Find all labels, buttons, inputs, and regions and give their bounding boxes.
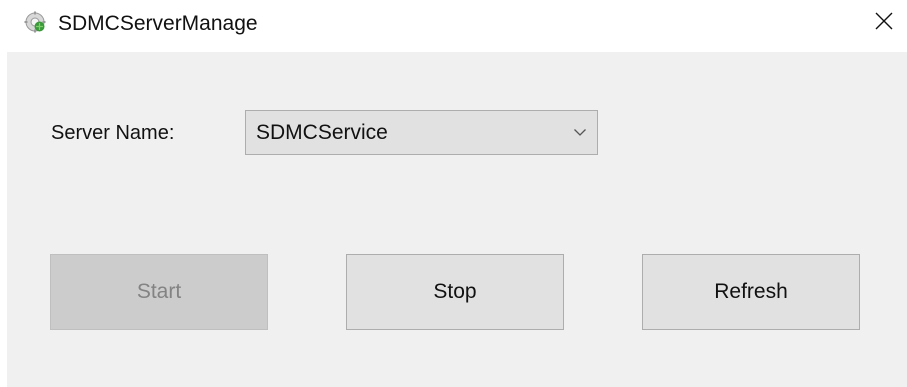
stop-button[interactable]: Stop	[346, 254, 564, 330]
server-name-label: Server Name:	[51, 122, 175, 144]
server-name-value: SDMCService	[256, 121, 388, 144]
client-area: Server Name: SDMCService Start Stop Refr…	[7, 52, 907, 387]
start-button[interactable]: Start	[50, 254, 268, 330]
chevron-down-icon	[573, 125, 587, 139]
refresh-button[interactable]: Refresh	[642, 254, 860, 330]
gear-globe-icon	[24, 11, 46, 33]
close-button[interactable]	[861, 0, 907, 46]
server-name-dropdown[interactable]: SDMCService	[245, 110, 598, 155]
window-title: SDMCServerManage	[58, 12, 258, 35]
server-manage-window: SDMCServerManage Server Name: SDMCServic…	[0, 0, 907, 387]
title-bar: SDMCServerManage	[0, 0, 907, 50]
close-icon	[874, 11, 894, 36]
